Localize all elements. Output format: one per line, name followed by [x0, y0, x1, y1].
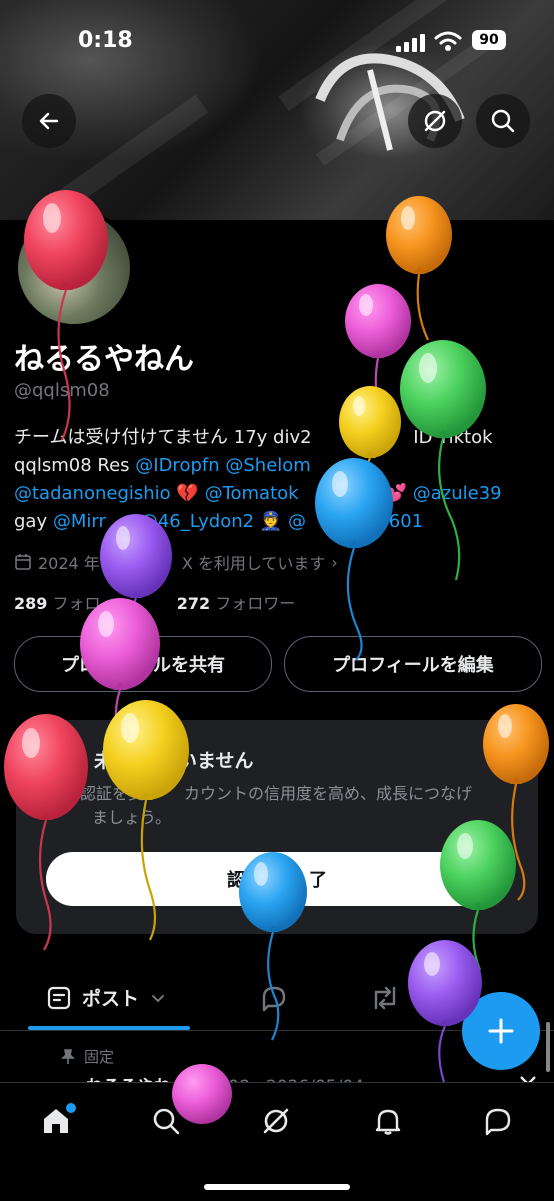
reply-icon[interactable]	[258, 982, 290, 1014]
repost-icon[interactable]	[368, 982, 402, 1014]
bio-line-3: @tadanonegishio 💔 @Tomatok 💕 @azule39	[14, 483, 502, 504]
wifi-icon	[434, 31, 462, 51]
bell-icon	[375, 1109, 401, 1135]
battery-indicator: 90	[472, 30, 506, 50]
back-button[interactable]	[22, 94, 76, 148]
profile-handle: @qqlsm08	[14, 380, 110, 401]
chevron-right-icon: ›	[331, 552, 338, 572]
followers-link[interactable]: 272 フォロワー	[177, 594, 296, 613]
bio-line-1: チームは受け付けてません 17y div2 ID Tiktok	[14, 427, 493, 448]
profile-bio: チームは受け付けてません 17y div2 ID Tiktok qqlsm08 …	[14, 424, 504, 536]
search-icon	[491, 109, 515, 133]
edit-profile-button[interactable]: プロフィールを編集	[284, 636, 542, 692]
calendar-icon	[15, 554, 31, 570]
nav-messages[interactable]	[478, 1101, 518, 1141]
grok-icon	[424, 110, 446, 132]
grok-button[interactable]	[408, 94, 462, 148]
follow-counts: 289 フォロ 272 フォロワー	[14, 590, 295, 614]
pin-icon	[61, 1048, 75, 1064]
mention-link[interactable]: @azule39	[413, 483, 502, 504]
card-title: 未認 いません	[94, 750, 254, 772]
search-icon	[153, 1108, 180, 1135]
compose-button[interactable]	[462, 992, 540, 1070]
balloon-pink	[345, 284, 411, 421]
chevron-down-icon	[152, 994, 165, 1002]
post-list-icon	[47, 986, 71, 1009]
nav-home[interactable]	[36, 1101, 78, 1141]
mention-link[interactable]: @IDropfn	[135, 455, 219, 476]
search-button[interactable]	[476, 94, 530, 148]
grok-icon	[263, 1108, 289, 1134]
following-link[interactable]: 289 フォロ	[14, 594, 101, 613]
tab-posts[interactable]: ポスト	[46, 984, 167, 1011]
mention-link[interactable]: @	[288, 511, 306, 532]
profile-name: ねるるやねん	[14, 342, 194, 377]
card-description: 認証を受 カウントの信用度を高め、成長につなげ ましょう。	[80, 784, 473, 827]
scrollbar[interactable]	[546, 1022, 550, 1072]
mention-link[interactable]: @tadanonegishio	[14, 483, 171, 504]
mention-link[interactable]: @46_Lydon2	[140, 511, 254, 532]
avatar[interactable]	[14, 208, 134, 328]
arrow-left-icon	[39, 112, 59, 130]
status-time: 0:18	[78, 28, 133, 53]
messages-icon	[485, 1108, 511, 1136]
nav-grok[interactable]	[256, 1101, 296, 1141]
bio-line-2: qqlsm08 Res @IDropfn @Shelom	[14, 455, 311, 476]
bio-line-4: gay @Mirr @46_Lydon2 👮 @ ru601	[14, 511, 424, 532]
mention-link[interactable]: @Mirr	[53, 511, 106, 532]
pinned-label: 固定	[60, 1046, 114, 1067]
mention-link[interactable]: ru601	[370, 511, 423, 532]
mention-link[interactable]: @Shelom	[225, 455, 310, 476]
notification-dot	[64, 1101, 78, 1115]
verify-button[interactable]: 認了	[46, 852, 508, 906]
active-tab-indicator	[28, 1026, 190, 1030]
cellular-signal-icon	[396, 34, 425, 52]
joined-date: 2024 年 X を利用しています ›	[14, 550, 338, 574]
nav-notifications[interactable]	[368, 1101, 408, 1141]
status-bar: 0:18 90	[0, 0, 554, 80]
home-indicator	[204, 1184, 350, 1190]
share-profile-button[interactable]: プロ ールを共有	[14, 636, 272, 692]
mention-link[interactable]: @Tomatok	[205, 483, 299, 504]
nav-search[interactable]	[146, 1101, 186, 1141]
plus-icon	[488, 1018, 514, 1044]
verification-card: 未認 いません 認証を受 カウントの信用度を高め、成長につなげ ましょう。 認了	[16, 720, 538, 934]
